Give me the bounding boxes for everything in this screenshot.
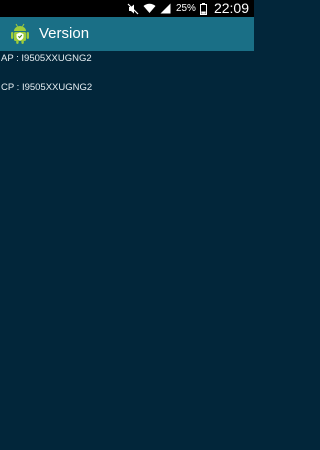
clock: 22:09 xyxy=(213,0,249,16)
mute-icon xyxy=(127,3,139,15)
android-shield-icon[interactable] xyxy=(10,23,30,45)
status-bar: 25% 22:09 xyxy=(0,0,254,17)
battery-percent: 25% xyxy=(175,3,196,14)
version-content: AP : I9505XXUGNG2 CP : I9505XXUGNG2 xyxy=(0,51,254,94)
signal-icon xyxy=(160,3,171,14)
page-title: Version xyxy=(39,25,90,42)
cp-version-text: CP : I9505XXUGNG2 xyxy=(1,82,93,93)
battery-icon xyxy=(199,2,207,15)
wifi-icon xyxy=(143,3,156,14)
ap-version-text: AP : I9505XXUGNG2 xyxy=(1,53,92,64)
status-icons: 25% 22:09 xyxy=(127,0,249,17)
screen: 25% 22:09 Version AP: I9505XXUGNG2 CP:… xyxy=(0,0,254,450)
action-bar: Version xyxy=(0,17,254,51)
